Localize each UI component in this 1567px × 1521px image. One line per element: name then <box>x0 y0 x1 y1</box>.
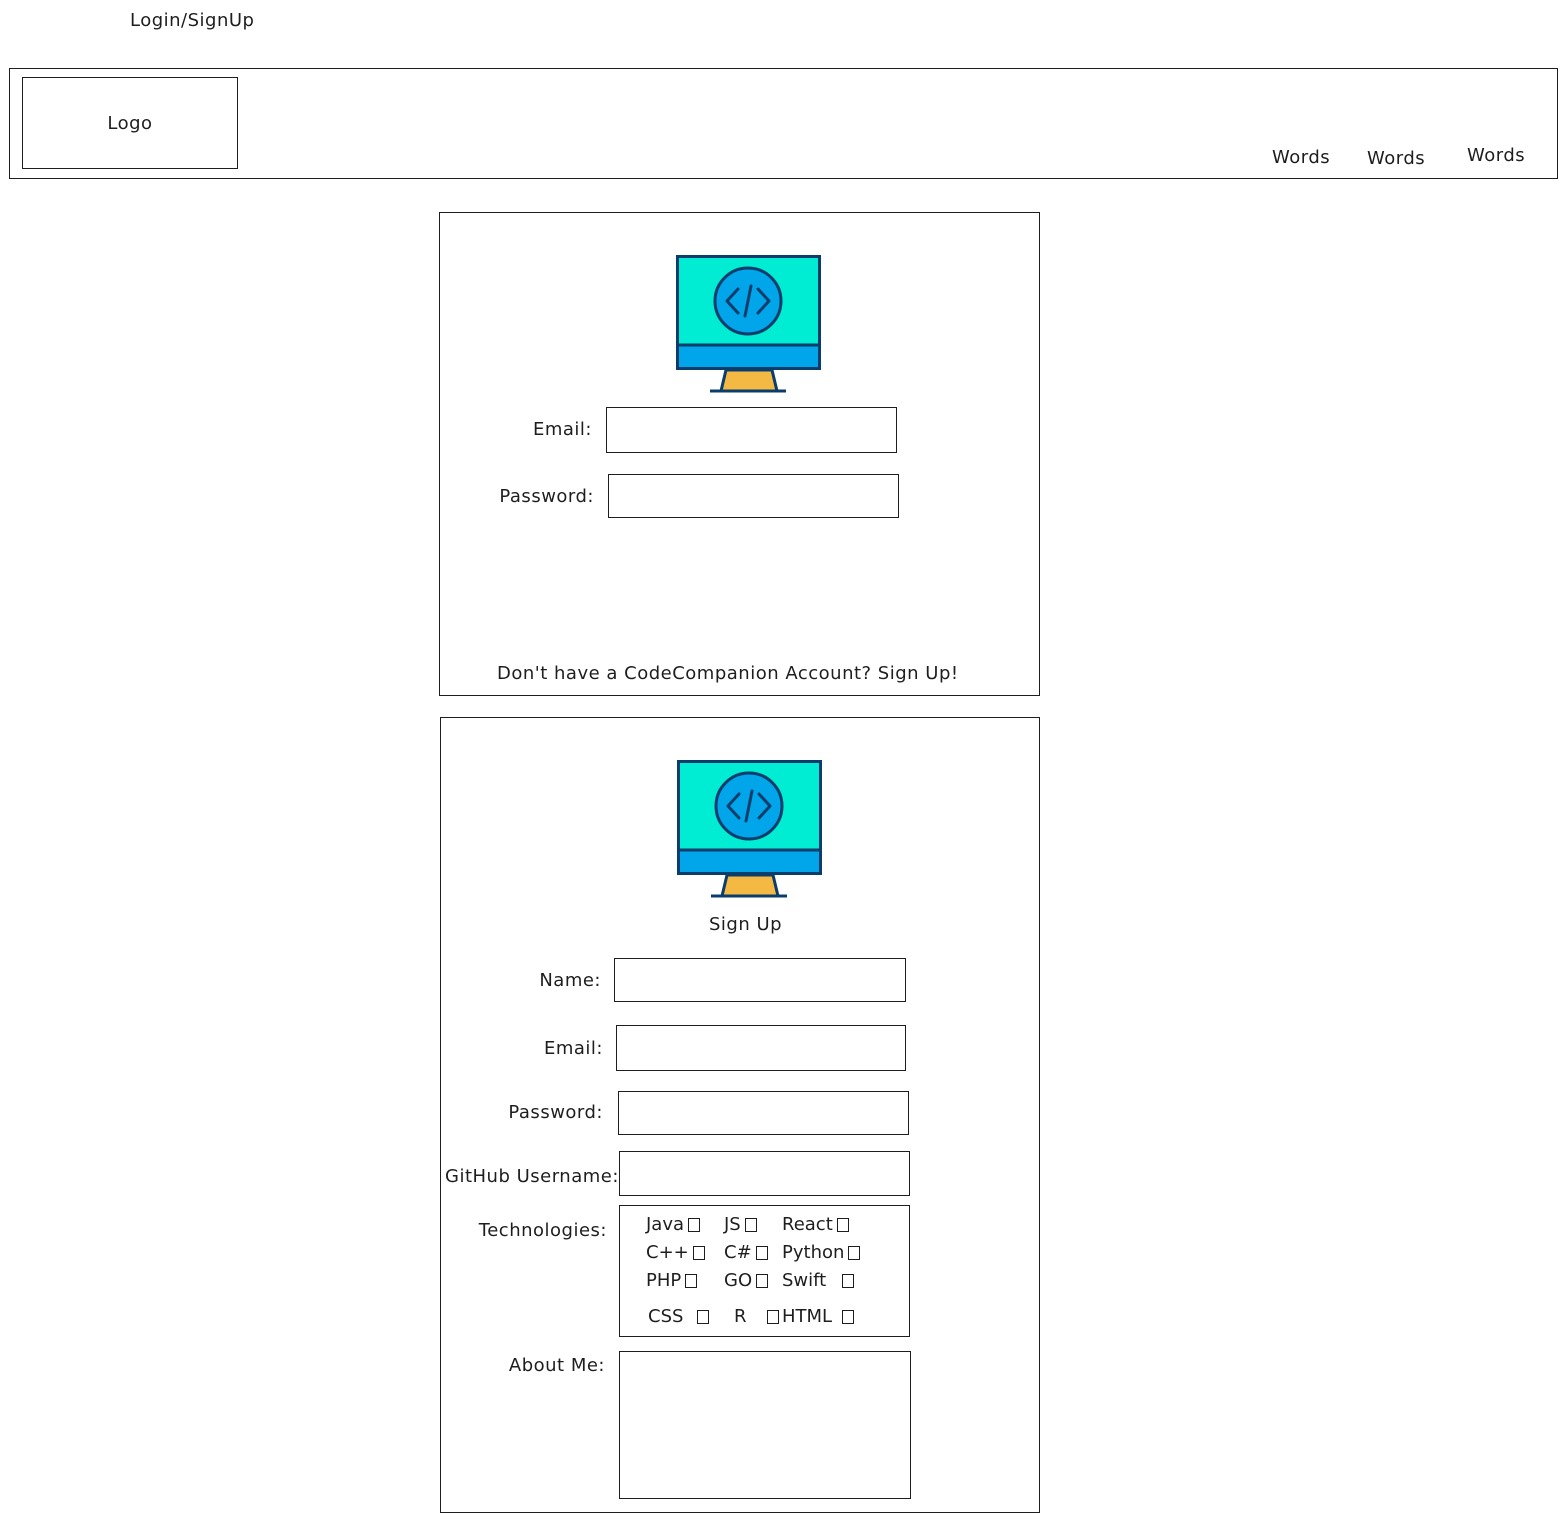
signup-password-label: Password: <box>508 1102 603 1123</box>
tech-label: GO <box>724 1270 753 1291</box>
login-email-label: Email: <box>532 419 592 440</box>
logo-label: Logo <box>107 112 153 134</box>
logo[interactable]: Logo <box>22 77 238 169</box>
tech-checkbox[interactable] <box>836 1217 849 1232</box>
tech-label: React <box>782 1214 833 1235</box>
tech-label: PHP <box>646 1270 682 1291</box>
tech-checkbox[interactable] <box>685 1273 698 1288</box>
tech-option[interactable]: Python <box>782 1242 861 1263</box>
tech-label: C++ <box>646 1242 689 1263</box>
tech-checkbox[interactable] <box>842 1309 855 1324</box>
tech-option[interactable]: PHP <box>646 1270 724 1291</box>
signup-github-input[interactable] <box>619 1151 910 1196</box>
login-card: Email: Password: Don't have a CodeCompan… <box>439 212 1040 696</box>
code-monitor-icon <box>677 760 823 898</box>
signup-email-label: Email: <box>543 1038 603 1059</box>
tech-checkbox[interactable] <box>744 1217 757 1232</box>
tech-option[interactable]: React <box>782 1214 849 1235</box>
login-password-input[interactable] <box>608 474 899 518</box>
signup-name-label: Name: <box>539 970 601 991</box>
tech-checkbox[interactable] <box>756 1273 769 1288</box>
tech-label: JS <box>724 1214 741 1235</box>
tech-label: Swift <box>782 1270 827 1291</box>
tech-label: Java <box>646 1214 685 1235</box>
tech-option[interactable]: GO <box>724 1270 782 1291</box>
login-password-label: Password: <box>499 486 594 507</box>
tech-option[interactable]: JS <box>724 1214 782 1235</box>
signup-card: Sign Up Name: Email: Password: GitHub Us… <box>440 717 1040 1513</box>
tech-option[interactable]: R <box>724 1306 782 1327</box>
tech-checkbox[interactable] <box>688 1217 701 1232</box>
signup-email-input[interactable] <box>616 1025 906 1071</box>
tech-checkbox[interactable] <box>842 1273 855 1288</box>
technologies-row: CSS R HTML <box>648 1306 855 1327</box>
page-title: Login/SignUp <box>130 10 255 31</box>
tech-option[interactable]: C++ <box>646 1242 724 1263</box>
signup-github-label: GitHub Username: <box>445 1166 619 1187</box>
technologies-row: PHP GO Swift <box>646 1270 855 1291</box>
header-bar: Logo Words Words Words <box>9 68 1558 179</box>
technologies-group: Java JS React C++ C# Python PHP GO Swift… <box>619 1205 910 1337</box>
tech-checkbox[interactable] <box>697 1309 710 1324</box>
signup-password-input[interactable] <box>618 1091 909 1135</box>
technologies-row: C++ C# Python <box>646 1242 861 1263</box>
tech-label: HTML <box>782 1306 833 1327</box>
signup-about-label: About Me: <box>508 1355 605 1376</box>
tech-label: CSS <box>648 1306 684 1327</box>
tech-option[interactable]: Java <box>646 1214 724 1235</box>
signup-link[interactable]: Don't have a CodeCompanion Account? Sign… <box>497 663 959 684</box>
tech-checkbox[interactable] <box>848 1245 861 1260</box>
signup-about-textarea[interactable] <box>619 1351 911 1499</box>
technologies-row: Java JS React <box>646 1214 849 1235</box>
signup-technologies-label: Technologies: <box>478 1220 607 1241</box>
tech-label: C# <box>724 1242 752 1263</box>
code-monitor-icon <box>676 255 822 393</box>
nav-link-2[interactable]: Words <box>1367 148 1425 169</box>
tech-checkbox[interactable] <box>766 1309 779 1324</box>
tech-label: R <box>734 1306 747 1327</box>
tech-option[interactable]: CSS <box>648 1306 724 1327</box>
signup-title: Sign Up <box>709 914 783 935</box>
login-email-input[interactable] <box>606 407 897 453</box>
tech-option[interactable]: Swift <box>782 1270 855 1291</box>
nav-link-1[interactable]: Words <box>1272 147 1330 168</box>
tech-label: Python <box>782 1242 845 1263</box>
nav-link-3[interactable]: Words <box>1467 145 1525 166</box>
signup-name-input[interactable] <box>614 958 906 1002</box>
tech-option[interactable]: C# <box>724 1242 782 1263</box>
tech-checkbox[interactable] <box>692 1245 705 1260</box>
tech-checkbox[interactable] <box>755 1245 768 1260</box>
tech-option[interactable]: HTML <box>782 1306 855 1327</box>
